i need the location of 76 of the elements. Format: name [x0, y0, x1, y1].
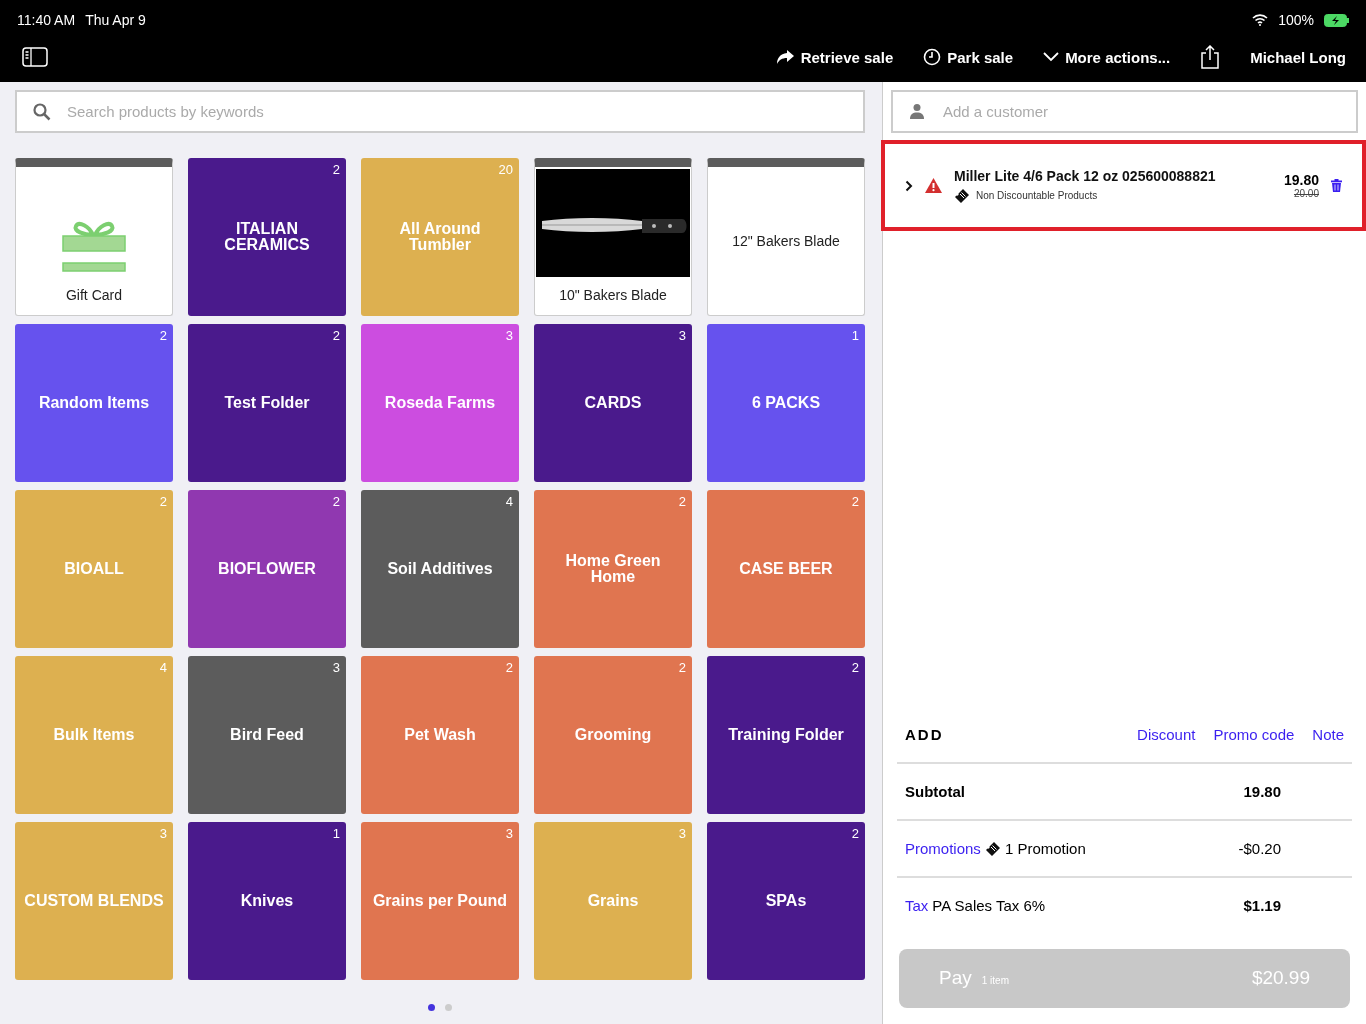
folder-tile[interactable]: Random Items 2 [15, 324, 173, 482]
summary-value: 19.80 [1243, 783, 1281, 800]
folder-tile[interactable]: Test Folder 2 [188, 324, 346, 482]
item-count: 4 [505, 494, 513, 510]
item-count: 3 [505, 328, 513, 344]
battery-percent: 100% [1278, 12, 1314, 28]
item-count: 2 [332, 162, 340, 178]
folder-tile[interactable]: Training Folder 2 [707, 656, 865, 814]
product-tile[interactable]: 12" Bakers Blade [707, 158, 865, 316]
item-count: 2 [332, 328, 340, 344]
share-icon[interactable] [1200, 45, 1221, 69]
search-field[interactable]: Search products by keywords [15, 90, 865, 133]
folder-tile[interactable]: CARDS 3 [534, 324, 692, 482]
item-count: 3 [678, 826, 686, 842]
cart-item[interactable]: Miller Lite 4/6 Pack 12 oz 025600088821 Non Discountable Products 19.80 20.00 [881, 140, 1366, 231]
summary-value: -$0.20 [1238, 840, 1281, 857]
ticket-icon [984, 840, 1001, 857]
summary-value: $1.19 [1243, 897, 1281, 914]
item-count: 3 [332, 660, 340, 676]
item-note: Non Discountable Products [976, 190, 1098, 201]
summary-label: Subtotal [905, 783, 965, 800]
promotions-link[interactable]: Promotions [905, 840, 981, 857]
battery-icon [1324, 13, 1350, 27]
item-count: 1 [851, 328, 859, 344]
folder-tile[interactable]: BIOFLOWER 2 [188, 490, 346, 648]
original-price: 20.00 [1292, 188, 1319, 199]
add-heading: ADD [905, 725, 944, 743]
summary-detail: PA Sales Tax 6% [932, 897, 1046, 914]
share-arrow-icon [775, 48, 795, 66]
page-dot[interactable] [428, 1004, 435, 1011]
summary-detail: 1 Promotion [1004, 840, 1086, 857]
status-time: 11:40 AM [17, 12, 76, 28]
toolbar-action[interactable]: Retrieve sale [775, 48, 894, 66]
toolbar-action[interactable]: Park sale [923, 48, 1014, 66]
add-link[interactable]: Promo code [1213, 725, 1295, 743]
folder-tile[interactable]: ITALIAN CERAMICS 2 [188, 158, 346, 316]
item-count: 2 [159, 494, 167, 510]
item-count: 2 [851, 826, 859, 842]
item-count: 2 [851, 660, 859, 676]
folder-tile[interactable]: Knives 1 [188, 822, 346, 980]
chevron-down-icon [1043, 52, 1060, 62]
add-link[interactable]: Discount [1137, 725, 1196, 743]
add-link[interactable]: Note [1312, 725, 1344, 743]
item-count: 2 [505, 660, 513, 676]
toolbar-action[interactable]: More actions... [1043, 48, 1171, 66]
item-count: 3 [678, 328, 686, 344]
item-count: 20 [498, 162, 513, 178]
wifi-icon [1252, 14, 1269, 26]
folder-tile[interactable]: Bird Feed 3 [188, 656, 346, 814]
chevron-right-icon[interactable] [905, 179, 913, 192]
user-name[interactable]: Michael Long [1250, 48, 1346, 66]
folder-tile[interactable]: SPAs 2 [707, 822, 865, 980]
clock-icon [923, 48, 942, 66]
product-tile[interactable]: Gift Card [15, 158, 173, 316]
item-count: 2 [678, 494, 686, 510]
status-date: Thu Apr 9 [85, 12, 146, 28]
item-price: 19.80 [1283, 172, 1319, 188]
ticket-icon [954, 187, 970, 204]
item-name: Miller Lite 4/6 Pack 12 oz 025600088821 [954, 167, 1216, 184]
item-count: 4 [159, 660, 167, 676]
folder-tile[interactable]: Roseda Farms 3 [361, 324, 519, 482]
sidebar-toggle-icon[interactable] [22, 47, 48, 67]
folder-tile[interactable]: 6 PACKS 1 [707, 324, 865, 482]
item-count: 2 [678, 660, 686, 676]
item-count: 2 [851, 494, 859, 510]
item-count: 2 [159, 328, 167, 344]
page-dot[interactable] [445, 1004, 452, 1011]
product-tile[interactable]: 10" Bakers Blade [534, 158, 692, 316]
trash-icon[interactable] [1331, 179, 1342, 192]
item-count: 3 [505, 826, 513, 842]
item-count: 3 [159, 826, 167, 842]
folder-tile[interactable]: Soil Additives 4 [361, 490, 519, 648]
item-count: 1 [332, 826, 340, 842]
item-count: 2 [332, 494, 340, 510]
tax-link[interactable]: Tax [905, 897, 929, 914]
customer-field[interactable]: Add a customer [891, 90, 1358, 133]
